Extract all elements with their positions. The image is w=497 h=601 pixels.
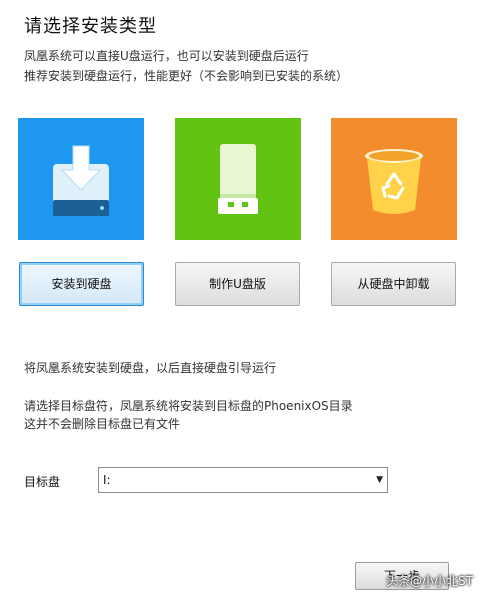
uninstall-tile[interactable] — [331, 118, 457, 240]
target-disk-value: I: — [103, 473, 111, 487]
info-line-2: 请选择目标盘符，凤凰系统将安装到目标盘的PhoenixOS目录 — [24, 399, 353, 413]
dropdown-arrow-icon[interactable]: ▼ — [376, 468, 383, 492]
usb-drive-icon — [218, 144, 258, 214]
target-disk-select[interactable]: I: ▼ — [98, 467, 388, 493]
make-usb-button[interactable]: 制作U盘版 — [175, 262, 300, 306]
uninstall-button[interactable]: 从硬盘中卸载 — [331, 262, 456, 306]
target-disk-label: 目标盘 — [24, 475, 61, 489]
watermark-text: 头条@小小北ST — [386, 574, 473, 588]
install-to-disk-button[interactable]: 安装到硬盘 — [19, 262, 144, 306]
description-line-1: 凤凰系统可以直接U盘运行，也可以安装到硬盘后运行 — [24, 49, 309, 63]
make-usb-tile[interactable] — [175, 118, 301, 240]
description-line-2: 推荐安装到硬盘运行，性能更好（不会影响到已安装的系统） — [24, 69, 349, 83]
info-line-1: 将凤凰系统安装到硬盘，以后直接硬盘引导运行 — [24, 361, 277, 375]
hard-disk-install-icon — [53, 145, 109, 216]
info-line-3: 这并不会删除目标盘已有文件 — [24, 417, 181, 431]
page-title: 请选择安装类型 — [24, 16, 157, 37]
recycle-bin-icon — [365, 149, 423, 214]
install-to-disk-tile[interactable] — [18, 118, 144, 240]
